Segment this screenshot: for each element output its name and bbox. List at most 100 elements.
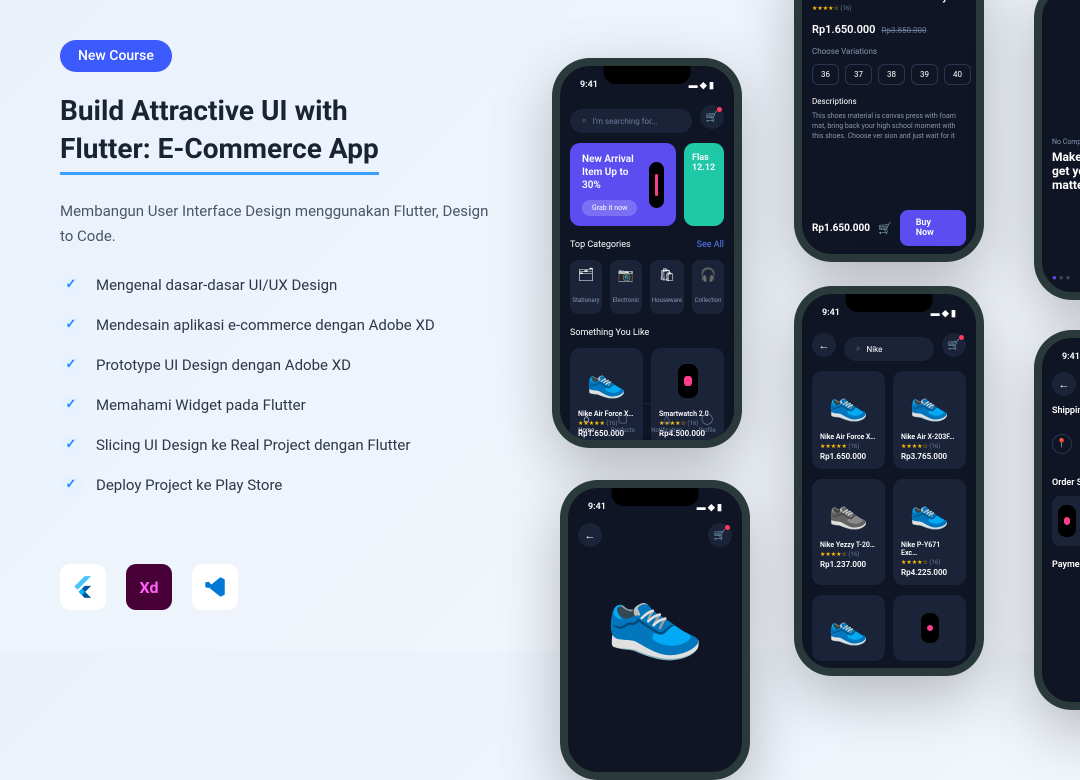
product-image: 👟 — [901, 487, 958, 537]
cart-icon[interactable]: 🛒 — [878, 222, 892, 235]
check-icon — [60, 474, 82, 496]
flash-label: Flas — [692, 153, 709, 163]
check-icon — [60, 394, 82, 416]
status-icons: ▬ ◆ ▮ — [697, 502, 722, 513]
buy-now-button[interactable]: Buy Now — [900, 210, 966, 246]
product-price: Rp1.237.000 — [820, 560, 877, 569]
check-icon — [60, 354, 82, 376]
search-query: Nike — [866, 345, 882, 354]
new-course-badge: New Course — [60, 40, 172, 72]
product-name: Nike Air X-203F… — [901, 433, 958, 441]
phone-mockup-search: 9:41▬ ◆ ▮ ← ⌕Nike 🛒 👟 Nike Air Force X… … — [794, 286, 984, 676]
category-label: Houseware — [652, 297, 682, 304]
home-icon: ⌂ — [578, 412, 594, 425]
tab-profile[interactable]: ◯Profile — [699, 412, 716, 434]
vscode-icon — [192, 564, 238, 610]
promo-tag: No Compe — [1052, 138, 1080, 146]
size-option[interactable]: 38 — [878, 64, 905, 85]
product-price: Rp3.765.000 — [901, 452, 958, 461]
carousel-dots[interactable]: ● ● ● — [1052, 273, 1071, 282]
search-icon: ⌕ — [582, 116, 586, 126]
category-icon: 📷 — [612, 268, 640, 283]
cart-button[interactable]: 🛒 — [942, 333, 966, 357]
product-price: Rp4.225.000 — [901, 568, 958, 577]
see-all-link[interactable]: See All — [697, 240, 724, 250]
product-card[interactable]: 👟 Nike Yezzy T-20… ★★★★☆ (16) Rp1.237.00… — [812, 479, 885, 585]
order-item-image — [1058, 505, 1076, 537]
feature-text: Memahami Widget pada Flutter — [96, 396, 306, 414]
feature-item: Prototype UI Design dengan Adobe XD — [60, 354, 500, 376]
search-input[interactable]: ⌕I'm searching for... — [570, 109, 692, 133]
cart-button[interactable]: 🛒 — [708, 523, 732, 547]
check-icon — [60, 314, 82, 336]
order-summary-label: Order Sur — [1052, 478, 1080, 488]
tab-label: Home — [578, 427, 594, 434]
promo-headline: Make yget yomatte — [1052, 150, 1080, 192]
variations-label: Choose Variations — [812, 47, 966, 56]
size-option[interactable]: 36 — [812, 64, 839, 85]
status-time: 9:41 — [1062, 352, 1080, 362]
size-option[interactable]: 40 — [944, 64, 971, 85]
product-card[interactable]: 👟 — [812, 595, 885, 661]
status-bar: 9:41 — [1052, 348, 1080, 366]
cart-button[interactable]: 🛒 — [700, 105, 724, 129]
course-title: Build Attractive UI with Flutter: E-Comm… — [60, 92, 500, 175]
check-icon — [60, 434, 82, 456]
product-rating: ★★★★☆ (16) — [901, 559, 958, 566]
tab-label: Products — [611, 427, 635, 434]
phone-mockup-shipping: 9:41 ← Shipping 📍 Joh(+62)TokKec Order S… — [1034, 330, 1080, 710]
size-option[interactable]: 37 — [845, 64, 872, 85]
product-name: Nike Air Force X… — [820, 433, 877, 441]
phone-mockup-detail: • • • Nike Air Force X-AC Girl Style ★★★… — [794, 0, 984, 262]
category-item[interactable]: 🛍 Houseware — [650, 260, 684, 314]
status-time: 9:41 — [580, 80, 598, 91]
feature-item: Memahami Widget pada Flutter — [60, 394, 500, 416]
product-name: Nike P-Y671 Exc… — [901, 541, 958, 557]
profile-icon: ◯ — [699, 412, 716, 425]
feature-item: Deploy Project ke Play Store — [60, 474, 500, 496]
banner-cta[interactable]: Grab it now — [582, 200, 637, 216]
phone-mockup-home: 9:41 ▬ ◆ ▮ ⌕I'm searching for... 🛒 New Ar… — [552, 58, 742, 448]
section-title: Something You Like — [570, 328, 649, 338]
product-card[interactable]: 👟 Nike P-Y671 Exc… ★★★★☆ (16) Rp4.225.00… — [893, 479, 966, 585]
banner-title: New Arrival Item Up to 30% — [582, 153, 649, 192]
feature-text: Slicing UI Design ke Real Project dengan… — [96, 436, 410, 454]
feature-text: Mendesain aplikasi e-commerce dengan Ado… — [96, 316, 435, 334]
status-time: 9:41 — [588, 502, 606, 513]
product-rating: ★★★★★ (16) — [820, 443, 877, 450]
category-item[interactable]: 🗂Stationary — [570, 260, 602, 314]
product-rating: ★★★★☆ (16) — [820, 551, 877, 558]
payment-label: Payment — [1052, 560, 1080, 570]
notification-icon: △ — [651, 412, 682, 425]
phone-notch — [604, 66, 691, 84]
tab-home[interactable]: ⌂ Home — [578, 412, 594, 434]
feature-list: Mengenal dasar-dasar UI/UX Design Mendes… — [60, 274, 500, 496]
product-card[interactable]: 👟 Nike Air Force X… ★★★★★ (16) Rp1.650.0… — [812, 371, 885, 469]
shipping-label: Shipping — [1052, 406, 1080, 416]
category-icon: 🛍 — [652, 268, 682, 283]
feature-item: Mendesain aplikasi e-commerce dengan Ado… — [60, 314, 500, 336]
product-card[interactable] — [893, 595, 966, 661]
product-hero-image: 👟 — [578, 557, 732, 677]
tab-notification[interactable]: △Notification — [651, 412, 682, 434]
back-button[interactable]: ← — [1052, 372, 1076, 396]
product-rating: ★★★★☆ (16) — [901, 443, 958, 450]
category-item[interactable]: 📷Electronic — [610, 260, 642, 314]
product-image — [659, 356, 716, 406]
product-card[interactable]: 👟 Nike Air X-203F… ★★★★☆ (16) Rp3.765.00… — [893, 371, 966, 469]
status-icons: ▬ ◆ ▮ — [689, 80, 714, 91]
phone-notch — [612, 488, 699, 506]
back-button[interactable]: ← — [578, 523, 602, 547]
size-option[interactable]: 39 — [911, 64, 938, 85]
tab-products[interactable]: ▢ Products — [611, 412, 635, 434]
title-line1: Build Attractive UI with — [60, 94, 348, 127]
search-input[interactable]: ⌕Nike — [844, 337, 934, 361]
product-title: Nike Air Force X-AC Girl Style — [812, 0, 966, 3]
back-button[interactable]: ← — [812, 333, 836, 357]
products-icon: ▢ — [611, 412, 635, 425]
flash-sale-banner[interactable]: Flas12.12 — [684, 143, 724, 226]
tool-icons: Xd — [60, 564, 238, 610]
flutter-icon — [60, 564, 106, 610]
category-item[interactable]: 🎧Collection — [692, 260, 724, 314]
promo-banner[interactable]: New Arrival Item Up to 30% Grab it now — [570, 143, 676, 226]
